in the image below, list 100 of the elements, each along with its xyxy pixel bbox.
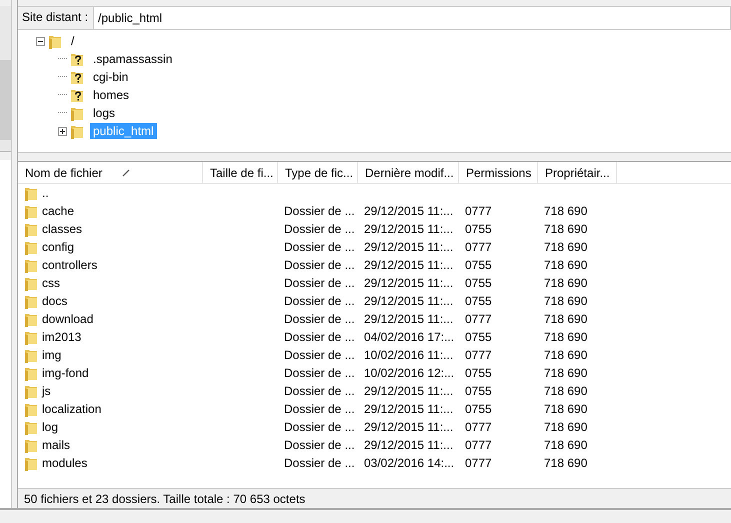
- table-cell: 718 690: [544, 258, 588, 272]
- table-cell: Dossier de ...: [284, 420, 355, 434]
- table-cell: 0777: [465, 438, 492, 452]
- table-cell: 718 690: [544, 402, 588, 416]
- sort-icon: [122, 169, 130, 177]
- folder-icon: [24, 419, 38, 435]
- column-label: Nom de fichier: [25, 166, 102, 180]
- table-cell: Dossier de ...: [284, 276, 355, 290]
- table-cell: classes: [42, 222, 82, 236]
- table-cell: 0755: [465, 366, 492, 380]
- table-cell: 10/02/2016 11:...: [364, 348, 454, 362]
- table-cell: 29/12/2015 11:...: [364, 258, 454, 272]
- column-label: Dernière modif...: [365, 166, 454, 180]
- folder-icon: [24, 365, 38, 381]
- tree-item[interactable]: logs: [90, 105, 118, 121]
- table-cell: 718 690: [544, 384, 588, 398]
- column-header[interactable]: Propriétair...: [538, 162, 617, 183]
- table-cell: 718 690: [544, 330, 588, 344]
- folder-icon: [24, 257, 38, 273]
- table-cell: config: [42, 240, 74, 254]
- table-cell: localization: [42, 402, 102, 416]
- collapse-icon[interactable]: [36, 36, 45, 46]
- table-cell: 718 690: [544, 276, 588, 290]
- table-cell: 0755: [465, 402, 492, 416]
- folder-icon: [24, 203, 38, 219]
- table-cell: Dossier de ...: [284, 222, 355, 236]
- table-cell: Dossier de ...: [284, 402, 355, 416]
- column-header[interactable]: Nom de fichier: [18, 162, 203, 183]
- tree-item[interactable]: cgi-bin: [90, 69, 132, 85]
- tree-item[interactable]: homes: [90, 87, 132, 103]
- folder-icon: [48, 33, 62, 49]
- table-cell: 718 690: [544, 420, 588, 434]
- folder-icon: [24, 455, 38, 471]
- table-cell: 29/12/2015 11:...: [364, 420, 454, 434]
- table-cell: 04/02/2016 17:...: [364, 330, 454, 344]
- table-cell: download: [42, 312, 94, 326]
- column-header[interactable]: Taille de fi...: [203, 162, 278, 183]
- table-cell: 29/12/2015 11:...: [364, 312, 454, 326]
- table-cell: 29/12/2015 11:...: [364, 276, 454, 290]
- column-label: Propriétair...: [545, 166, 610, 180]
- folder-icon: [24, 239, 38, 255]
- table-cell: Dossier de ...: [284, 204, 355, 218]
- table-cell: docs: [42, 294, 68, 308]
- tree-item[interactable]: .spamassassin: [90, 51, 176, 67]
- folder-icon: [24, 347, 38, 363]
- table-cell: 718 690: [544, 438, 588, 452]
- table-cell: 0755: [465, 222, 492, 236]
- table-cell: 29/12/2015 11:...: [364, 222, 454, 236]
- table-cell: 0755: [465, 258, 492, 272]
- folder-icon: [24, 275, 38, 291]
- table-cell: Dossier de ...: [284, 348, 355, 362]
- column-label: Taille de fi...: [210, 166, 274, 180]
- column-header[interactable]: Dernière modif...: [358, 162, 459, 183]
- table-cell: mails: [42, 438, 70, 452]
- table-cell: Dossier de ...: [284, 456, 355, 470]
- folder-icon: [70, 123, 84, 139]
- table-cell: 0755: [465, 294, 492, 308]
- table-cell: 29/12/2015 11:...: [364, 294, 454, 308]
- table-cell: 718 690: [544, 456, 588, 470]
- table-cell: ..: [42, 186, 49, 200]
- table-cell: 29/12/2015 11:...: [364, 438, 454, 452]
- folder-icon: [24, 437, 38, 453]
- folder-icon: [24, 185, 38, 201]
- folder-icon: [24, 221, 38, 237]
- table-cell: Dossier de ...: [284, 366, 355, 380]
- unknown-folder-icon: [70, 87, 84, 103]
- table-cell: Dossier de ...: [284, 258, 355, 272]
- folder-icon: [24, 329, 38, 345]
- table-cell: 718 690: [544, 204, 588, 218]
- table-cell: im2013: [42, 330, 82, 344]
- table-cell: 718 690: [544, 240, 588, 254]
- table-cell: controllers: [42, 258, 98, 272]
- column-header[interactable]: Permissions: [459, 162, 538, 183]
- table-cell: 718 690: [544, 348, 588, 362]
- table-cell: 718 690: [544, 312, 588, 326]
- table-cell: 0755: [465, 330, 492, 344]
- table-cell: 0777: [465, 240, 492, 254]
- folder-icon: [24, 311, 38, 327]
- unknown-folder-icon: [70, 69, 84, 85]
- table-cell: 0755: [465, 276, 492, 290]
- table-cell: 0777: [465, 420, 492, 434]
- table-cell: Dossier de ...: [284, 438, 355, 452]
- table-cell: img: [42, 348, 62, 362]
- table-cell: 0755: [465, 384, 492, 398]
- table-cell: modules: [42, 456, 88, 470]
- table-cell: 03/02/2016 14:...: [364, 456, 454, 470]
- table-cell: 0777: [465, 456, 492, 470]
- table-cell: 29/12/2015 11:...: [364, 384, 454, 398]
- table-cell: 0777: [465, 312, 492, 326]
- tree-item[interactable]: /: [68, 33, 78, 49]
- table-cell: Dossier de ...: [284, 384, 355, 398]
- folder-icon: [24, 293, 38, 309]
- folder-icon: [24, 383, 38, 399]
- table-cell: Dossier de ...: [284, 312, 355, 326]
- table-cell: 718 690: [544, 366, 588, 380]
- table-cell: cache: [42, 204, 74, 218]
- column-header[interactable]: Type de fic...: [278, 162, 358, 183]
- scrollbar[interactable]: [0, 6, 11, 152]
- expand-icon[interactable]: [58, 126, 67, 136]
- column-label: Permissions: [466, 166, 532, 180]
